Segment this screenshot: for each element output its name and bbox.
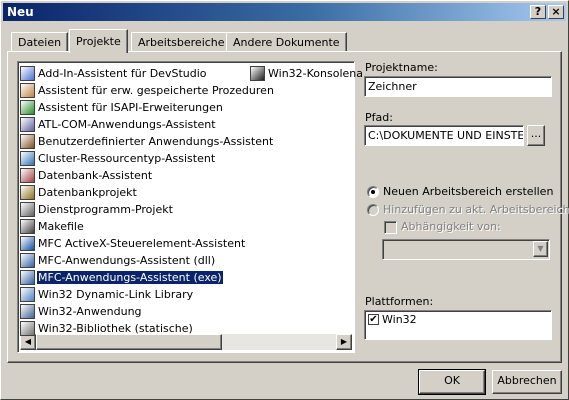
project-name-label: Projektname: (365, 61, 438, 74)
list-item[interactable]: Datenbankprojekt (20, 184, 138, 200)
list-item-label: Add-In-Assistent für DevStudio (38, 66, 207, 80)
close-button[interactable]: × (548, 5, 564, 19)
scroll-right-icon[interactable]: ▶ (336, 334, 352, 350)
dependency-checkbox[interactable] (384, 221, 397, 234)
database-icon (20, 184, 35, 200)
radio-add-workspace[interactable] (367, 204, 379, 216)
list-item-label: Win32-Bibliothek (statische) (38, 321, 193, 335)
list-item-label: Datenbank-Assistent (38, 168, 153, 182)
activex-icon (20, 235, 35, 251)
path-label: Pfad: (365, 111, 393, 124)
list-item[interactable]: Win32-Konsolena (250, 65, 364, 81)
cluster-icon (20, 150, 35, 166)
scroll-thumb[interactable] (36, 334, 222, 350)
list-item-label: ATL-COM-Anwendungs-Assistent (38, 117, 216, 131)
list-item[interactable]: Win32-Bibliothek (statische) (20, 320, 194, 336)
radio-new-workspace[interactable] (367, 186, 379, 198)
list-item[interactable]: Assistent für ISAPI-Erweiterungen (20, 99, 224, 115)
platforms-label: Plattformen: (365, 295, 434, 308)
radio-new-workspace-label[interactable]: Neuen Arbeitsbereich erstellen (383, 185, 553, 198)
list-item-label: Benutzerdefinierter Anwendungs-Assistent (38, 134, 274, 148)
list-item-label: MFC-Anwendungs-Assistent (exe) (36, 269, 224, 285)
list-item[interactable]: MFC-Anwendungs-Assistent (dll) (20, 252, 216, 268)
title-bar[interactable]: Neu ? × (3, 3, 566, 21)
window-title: Neu (7, 5, 34, 19)
list-item[interactable]: Win32-Anwendung (20, 303, 143, 319)
cancel-button[interactable]: Abbrechen (492, 370, 562, 394)
wizard-icon (20, 65, 35, 81)
list-item-label: Makefile (38, 219, 84, 233)
list-item[interactable]: Dienstprogramm-Projekt (20, 201, 174, 217)
list-item-label: Dienstprogramm-Projekt (38, 202, 173, 216)
list-item-label: Win32-Anwendung (38, 304, 142, 318)
console-icon (250, 65, 265, 81)
dependency-label[interactable]: Abhängigkeit von: (401, 220, 501, 233)
win32-app-icon (20, 303, 35, 319)
platforms-list[interactable]: ✔ Win32 (364, 310, 552, 340)
project-type-list[interactable]: ◀ ▶ Add-In-Assistent für DevStudio Assist… (17, 61, 363, 353)
atl-icon (20, 116, 35, 132)
platform-checkbox[interactable]: ✔ (368, 314, 379, 325)
tab-dateien[interactable]: Dateien (11, 32, 69, 52)
list-item-label: Cluster-Ressourcentyp-Assistent (38, 151, 216, 165)
list-item[interactable]: Datenbank-Assistent (20, 167, 153, 183)
dependency-dropdown[interactable]: ▼ (382, 239, 550, 260)
list-item-label: Assistent für erw. gespeicherte Prozedur… (38, 83, 274, 97)
list-item[interactable]: Assistent für erw. gespeicherte Prozedur… (20, 82, 275, 98)
database-wizard-icon (20, 167, 35, 183)
new-dialog: Neu ? × Dateien Projekte Arbeitsbereiche… (0, 0, 569, 400)
library-icon (20, 320, 35, 336)
list-item[interactable]: Benutzerdefinierter Anwendungs-Assistent (20, 133, 274, 149)
procedure-icon (20, 82, 35, 98)
list-item-label: Win32 Dynamic-Link Library (38, 287, 194, 301)
list-item-label: Win32-Konsolena (268, 66, 363, 80)
list-item[interactable]: Win32 Dynamic-Link Library (20, 286, 194, 302)
list-item-label: Datenbankprojekt (38, 185, 137, 199)
list-item-label: Assistent für ISAPI-Erweiterungen (38, 100, 223, 114)
mfc-exe-icon (20, 269, 35, 285)
ok-button[interactable]: OK (418, 369, 486, 395)
utility-icon (20, 201, 35, 217)
mfc-dll-icon (20, 252, 35, 268)
list-item-label: MFC-Anwendungs-Assistent (dll) (38, 253, 216, 267)
platform-label[interactable]: Win32 (382, 313, 417, 326)
list-item[interactable]: Add-In-Assistent für DevStudio (20, 65, 208, 81)
tab-andere-dokumente[interactable]: Andere Dokumente (226, 32, 347, 52)
tab-projekte[interactable]: Projekte (69, 29, 128, 53)
project-name-input[interactable]: Zeichner (364, 76, 552, 97)
globe-icon (20, 99, 35, 115)
list-item[interactable]: Cluster-Ressourcentyp-Assistent (20, 150, 216, 166)
chevron-down-icon[interactable]: ▼ (533, 241, 548, 257)
tab-arbeitsbereiche[interactable]: Arbeitsbereiche (131, 32, 232, 52)
horizontal-scrollbar[interactable]: ◀ ▶ (20, 334, 352, 350)
list-item-label: MFC ActiveX-Steuerelement-Assistent (38, 236, 246, 250)
list-item[interactable]: MFC ActiveX-Steuerelement-Assistent (20, 235, 246, 251)
list-item[interactable]: ATL-COM-Anwendungs-Assistent (20, 116, 217, 132)
browse-button[interactable]: ... (527, 125, 545, 146)
custom-wizard-icon (20, 133, 35, 149)
help-button[interactable]: ? (530, 5, 546, 19)
scroll-left-icon[interactable]: ◀ (20, 334, 36, 350)
list-item[interactable]: Makefile (20, 218, 85, 234)
list-item[interactable]: MFC-Anwendungs-Assistent (exe) (20, 269, 224, 285)
path-input[interactable]: C:\DOKUMENTE UND EINSTE (364, 125, 524, 146)
makefile-icon (20, 218, 35, 234)
dll-icon (20, 286, 35, 302)
radio-add-workspace-label[interactable]: Hinzufügen zu akt. Arbeitsbereich (383, 203, 569, 216)
